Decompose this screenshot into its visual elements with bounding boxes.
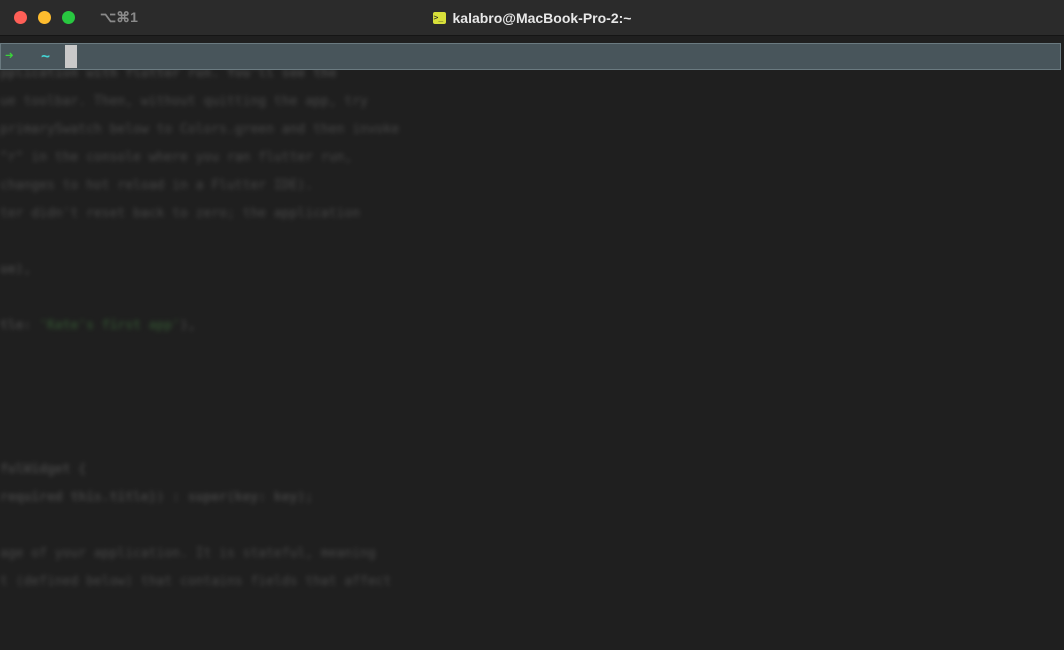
prompt-arrow: ➜ (5, 48, 14, 64)
title-bar[interactable]: ⌥⌘1 >_ kalabro@MacBook-Pro-2:~ (0, 0, 1064, 36)
terminal-icon: >_ (432, 12, 446, 24)
command-line[interactable]: ➜ ~ (0, 43, 1061, 70)
window-title: kalabro@MacBook-Pro-2:~ (452, 10, 632, 26)
text-cursor (65, 45, 77, 68)
faded-previous-output: pplication with flutter run. You'll see … (0, 66, 400, 589)
prompt-directory: ~ (41, 47, 51, 65)
window-title-group: >_ kalabro@MacBook-Pro-2:~ (0, 0, 1064, 36)
terminal-window: ⌥⌘1 >_ kalabro@MacBook-Pro-2:~ pplicatio… (0, 0, 1064, 650)
